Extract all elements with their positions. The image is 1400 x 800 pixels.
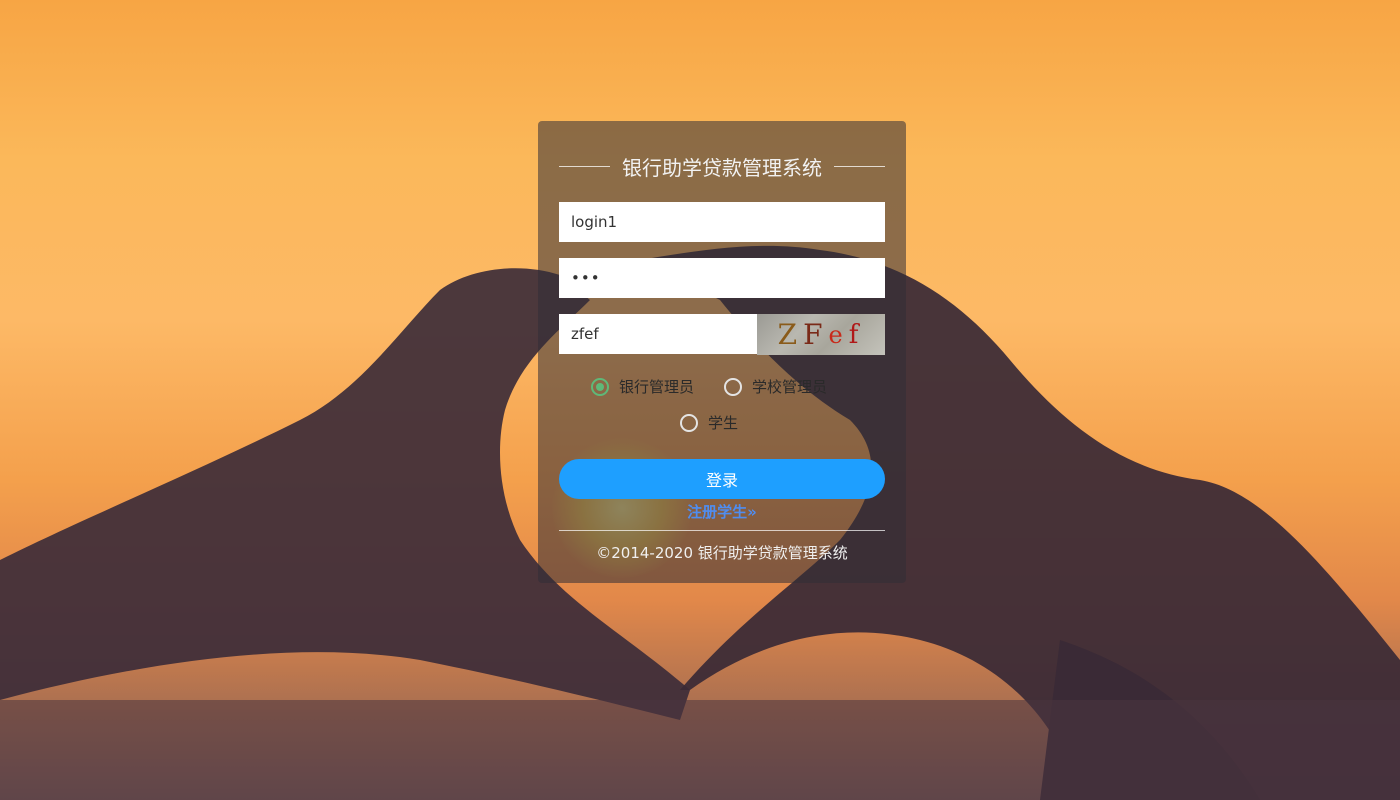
captcha-image[interactable]: Z F e f: [757, 314, 885, 355]
copyright-text: ©2014-2020 银行助学贷款管理系统: [596, 544, 848, 562]
password-input[interactable]: [559, 258, 885, 298]
role-radio-bank-admin[interactable]: 银行管理员: [591, 376, 694, 397]
radio-checked-icon[interactable]: [591, 377, 609, 396]
radio-unchecked-icon[interactable]: [724, 377, 742, 396]
title-divider-right: [834, 165, 885, 167]
register-student-link[interactable]: 注册学生»: [538, 501, 906, 522]
title-divider-left: [559, 165, 610, 167]
captcha-char: f: [848, 319, 865, 350]
captcha-char: e: [828, 320, 849, 349]
login-title-row: 银行助学贷款管理系统: [559, 151, 885, 181]
captcha-char: F: [803, 318, 829, 351]
role-label-bank-admin: 银行管理员: [619, 378, 695, 396]
login-title: 银行助学贷款管理系统: [622, 155, 822, 180]
username-input[interactable]: [559, 202, 885, 242]
login-button[interactable]: 登录: [559, 459, 885, 499]
footer-divider: [559, 530, 885, 531]
role-radio-student[interactable]: 学生: [680, 412, 738, 433]
login-panel: 银行助学贷款管理系统 Z F e f 银行管理员 学校管理员 学生 登录 注册学…: [538, 121, 906, 583]
role-label-school-admin: 学校管理员: [752, 378, 828, 396]
radio-unchecked-icon[interactable]: [680, 413, 698, 432]
captcha-char: Z: [777, 318, 804, 351]
role-label-student: 学生: [708, 414, 739, 432]
captcha-input[interactable]: [559, 314, 757, 354]
role-radio-school-admin[interactable]: 学校管理员: [724, 376, 827, 397]
